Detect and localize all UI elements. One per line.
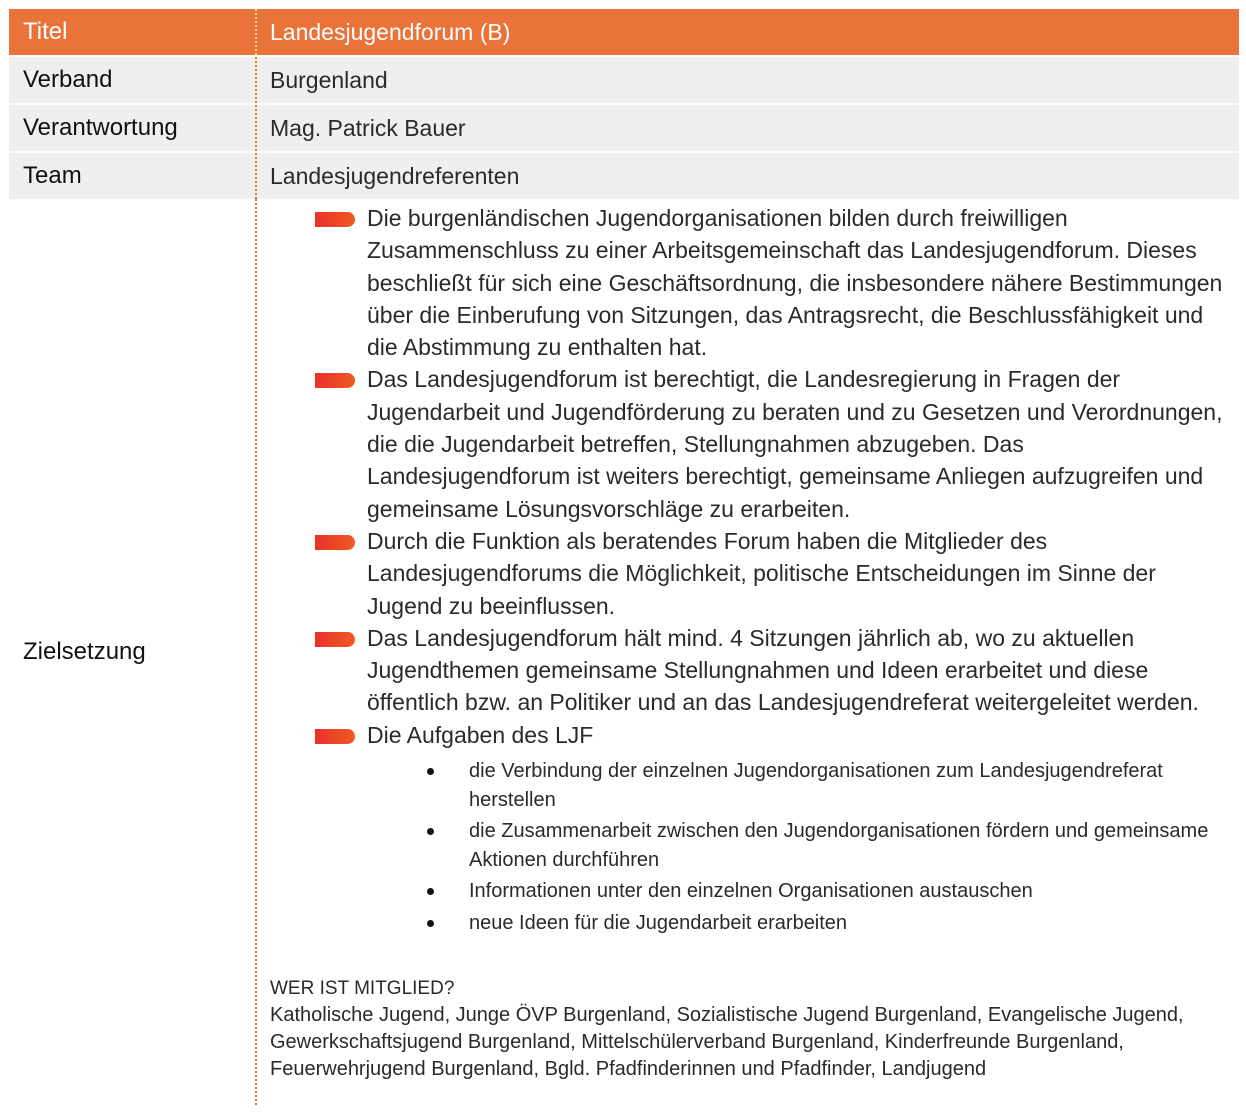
list-item: Die Aufgaben des LJF die Verbindung der …	[315, 719, 1239, 940]
goals-label: Zielsetzung	[9, 199, 257, 1105]
bullet-dot-icon	[427, 919, 434, 927]
header-title: Landesjugendforum (B)	[270, 19, 511, 45]
row-value: Landesjugendreferenten	[270, 163, 520, 189]
table-row-team: Team Landesjugendreferenten	[9, 151, 1239, 199]
bullet-bar-icon	[315, 728, 355, 744]
bullet-bar-icon	[315, 631, 355, 647]
members-section: WER IST MITGLIED? Katholische Jugend, Ju…	[270, 975, 1239, 1083]
task-item: die Verbindung der einzelnen Jugendorgan…	[427, 757, 1229, 817]
task-text: die Verbindung der einzelnen Jugendorgan…	[469, 760, 1163, 811]
bullet-bar-icon	[315, 373, 355, 389]
row-value: Mag. Patrick Bauer	[270, 115, 466, 141]
goal-text: Das Landesjugendforum ist berechtigt, di…	[367, 366, 1223, 522]
goal-text: Die Aufgaben des LJF	[367, 721, 594, 748]
row-label: Team	[9, 153, 257, 199]
tasks-list: die Verbindung der einzelnen Jugendorgan…	[367, 757, 1229, 940]
bullet-dot-icon	[427, 768, 434, 776]
goals-content: Die burgenländischen Jugendorganisatione…	[257, 199, 1239, 1119]
task-item: neue Ideen für die Jugendarbeit erarbeit…	[427, 909, 1229, 941]
goal-text: Das Landesjugendforum hält mind. 4 Sitzu…	[367, 624, 1199, 716]
bullet-dot-icon	[427, 888, 434, 896]
goal-text: Durch die Funktion als beratendes Forum …	[367, 527, 1156, 619]
task-item: die Zusammenarbeit zwischen den Jugendor…	[427, 817, 1229, 877]
list-item: Durch die Funktion als beratendes Forum …	[315, 525, 1239, 622]
members-text: Katholische Jugend, Junge ÖVP Burgenland…	[270, 1004, 1184, 1081]
info-table: Titel Landesjugendforum (B) Verband Burg…	[9, 9, 1239, 1119]
table-row-verband: Verband Burgenland	[9, 55, 1239, 103]
bullet-dot-icon	[427, 828, 434, 836]
task-text: Informationen unter den einzelnen Organi…	[469, 880, 1033, 903]
task-text: die Zusammenarbeit zwischen den Jugendor…	[469, 820, 1209, 871]
goals-list: Die burgenländischen Jugendorganisatione…	[270, 202, 1239, 940]
row-label: Verband	[9, 57, 257, 103]
row-value: Burgenland	[270, 67, 388, 93]
row-label: Verantwortung	[9, 105, 257, 151]
members-heading: WER IST MITGLIED?	[270, 978, 455, 1000]
task-item: Informationen unter den einzelnen Organi…	[427, 877, 1229, 909]
table-header-row: Titel Landesjugendforum (B)	[9, 9, 1239, 55]
table-row-zielsetzung: Zielsetzung Die burgenländischen Jugendo…	[9, 199, 1239, 1119]
goal-text: Die burgenländischen Jugendorganisatione…	[367, 205, 1223, 361]
task-text: neue Ideen für die Jugendarbeit erarbeit…	[469, 911, 848, 934]
table-row-verantwortung: Verantwortung Mag. Patrick Bauer	[9, 103, 1239, 151]
list-item: Das Landesjugendforum hält mind. 4 Sitzu…	[315, 622, 1239, 719]
bullet-bar-icon	[315, 212, 355, 227]
list-item: Die burgenländischen Jugendorganisatione…	[315, 202, 1239, 363]
bullet-bar-icon	[315, 534, 355, 550]
header-label: Titel	[9, 9, 257, 55]
list-item: Das Landesjugendforum ist berechtigt, di…	[315, 363, 1239, 524]
